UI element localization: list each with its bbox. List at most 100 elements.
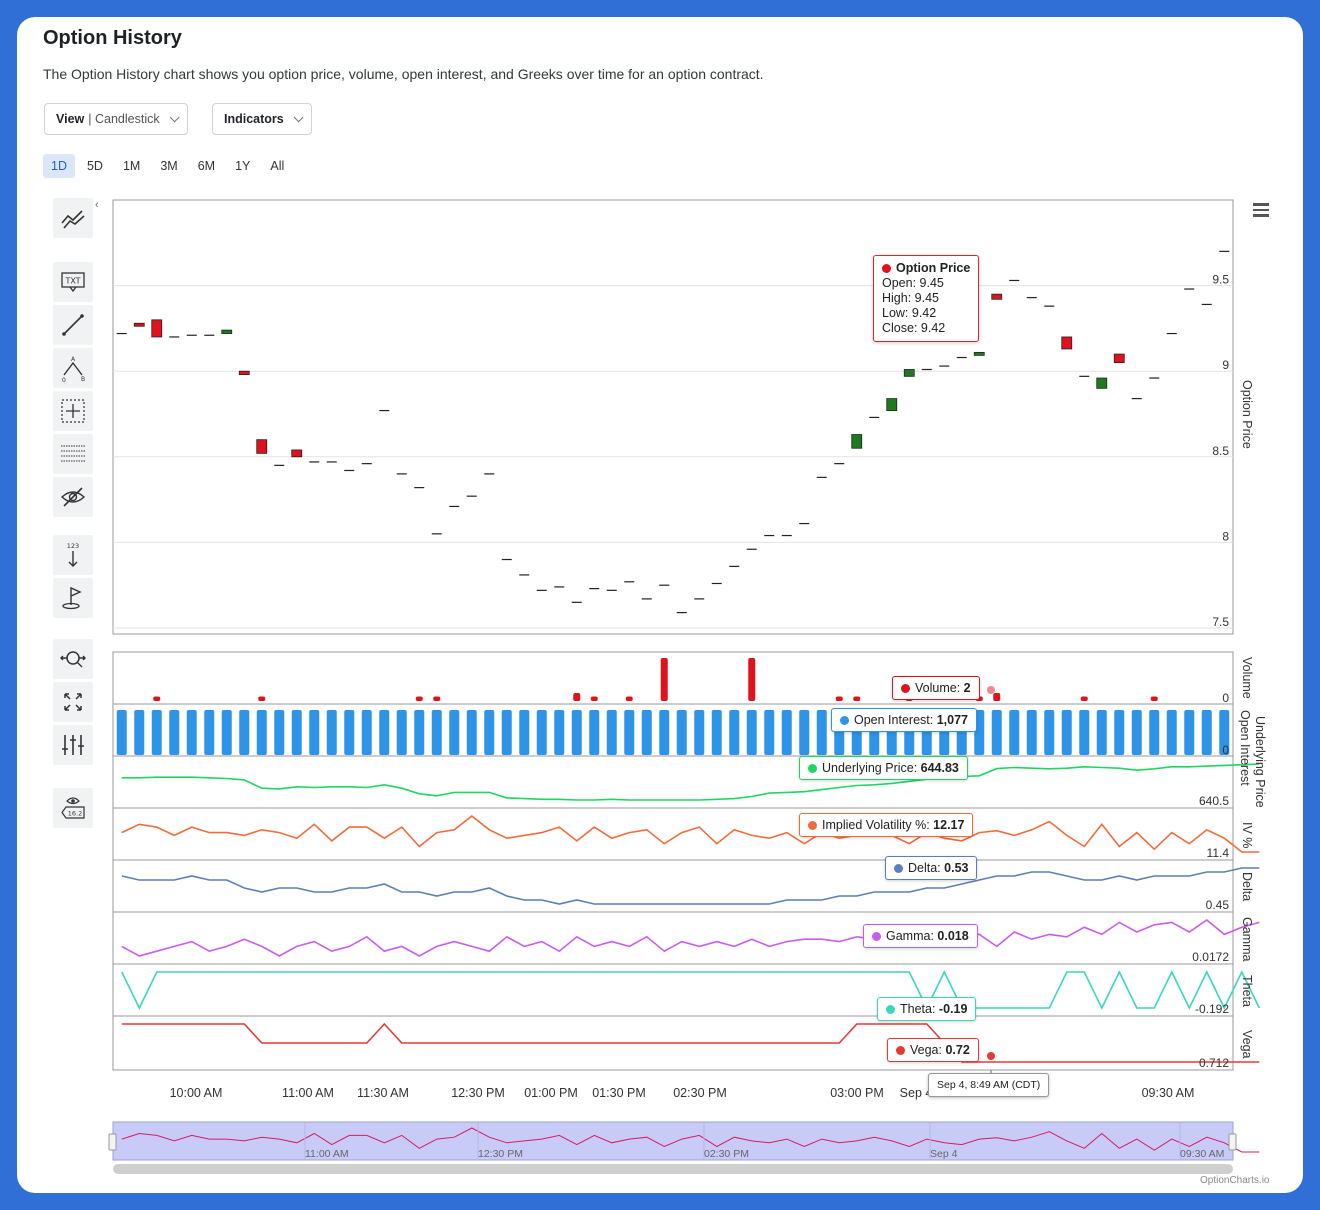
volume-bar bbox=[433, 696, 441, 701]
open-interest-bar bbox=[291, 710, 302, 755]
delta-line bbox=[121, 867, 1260, 905]
x-axis-label: 12:30 PM bbox=[451, 1086, 505, 1100]
underlying-axis-label: Underlying Price bbox=[1253, 716, 1267, 808]
open-interest-tooltip: Open Interest: 1,077 bbox=[831, 708, 977, 732]
delta-tooltip-value: 0.53 bbox=[944, 861, 969, 875]
oi-dot bbox=[840, 716, 849, 725]
option-history-chart[interactable]: 9.5 9 8.5 8 7.5 Option Price 0 0 640.5 11.4 0.45 0.… bbox=[0, 0, 1320, 1210]
iv-tooltip-value: 12.17 bbox=[933, 818, 965, 832]
open-interest-bar bbox=[239, 710, 250, 755]
navigator-label: Sep 4 bbox=[930, 1148, 958, 1160]
price-tick-label: 8 bbox=[1222, 529, 1229, 543]
price-tick-label: 7.5 bbox=[1212, 615, 1229, 629]
gamma-dot bbox=[872, 932, 881, 941]
underlying-tooltip-label: Underlying Price: bbox=[822, 761, 921, 775]
delta-tick-label: 0.45 bbox=[1206, 898, 1230, 912]
open-interest-bar bbox=[204, 710, 215, 755]
open-interest-bar bbox=[746, 710, 757, 755]
open-interest-bar bbox=[116, 710, 127, 755]
gamma-line bbox=[121, 918, 1260, 957]
navigator-scrollbar bbox=[113, 1164, 1233, 1174]
navigator-window bbox=[112, 1121, 1234, 1161]
x-axis-label: 11:00 AM bbox=[282, 1086, 334, 1100]
tooltip-low: Low: 9.42 bbox=[882, 306, 937, 320]
price-axis-label: Option Price bbox=[1240, 380, 1254, 449]
x-axis-label: 01:00 PM bbox=[524, 1086, 578, 1100]
open-interest-bar bbox=[536, 710, 547, 755]
candle bbox=[291, 449, 303, 458]
volume-panel bbox=[112, 651, 1234, 705]
open-interest-bar bbox=[519, 710, 530, 755]
tooltip-open: Open: 9.45 bbox=[882, 276, 944, 290]
vega-axis-label: Vega bbox=[1240, 1030, 1254, 1059]
open-interest-bar bbox=[274, 710, 285, 755]
candle bbox=[256, 439, 268, 454]
delta-tooltip: Delta: 0.53 bbox=[885, 856, 978, 880]
volume-tooltip: Volume: 2 bbox=[892, 676, 980, 700]
open-interest-bar bbox=[431, 710, 442, 755]
open_interest-axis-label: Open Interest bbox=[1238, 710, 1252, 786]
tooltip-high: High: 9.45 bbox=[882, 291, 939, 305]
open-interest-bar bbox=[711, 710, 722, 755]
open-interest-bar bbox=[729, 710, 740, 755]
open-interest-bar bbox=[396, 710, 407, 755]
oi-tooltip-label: Open Interest: bbox=[854, 713, 937, 727]
navigator-handle-right bbox=[1228, 1133, 1237, 1151]
candle bbox=[1113, 353, 1125, 364]
iv-tooltip: Implied Volatility %: 12.17 bbox=[799, 813, 974, 837]
open-interest-bar bbox=[589, 710, 600, 755]
iv-axis-label: IV % bbox=[1240, 822, 1254, 848]
price-tick-label: 9.5 bbox=[1212, 273, 1229, 287]
option-price-title: Option Price bbox=[896, 261, 971, 275]
hover-marker bbox=[987, 686, 995, 694]
open-interest-bar bbox=[1079, 710, 1090, 755]
navigator-label: 02:30 PM bbox=[704, 1148, 749, 1160]
open-interest-bar bbox=[169, 710, 180, 755]
price-tick-label: 8.5 bbox=[1212, 444, 1229, 458]
open-interest-bar bbox=[781, 710, 792, 755]
iv-tick-label: 11.4 bbox=[1207, 846, 1230, 860]
open-interest-bar bbox=[554, 710, 565, 755]
open-interest-bar bbox=[1149, 710, 1160, 755]
vega-tooltip-value: 0.72 bbox=[945, 1043, 970, 1057]
hover-marker bbox=[987, 1052, 995, 1060]
open-interest-bar bbox=[676, 710, 687, 755]
candle bbox=[851, 434, 863, 449]
open-interest-bar bbox=[764, 710, 775, 755]
oi-tick-label: 0 bbox=[1222, 743, 1229, 757]
theta-dot bbox=[886, 1005, 895, 1014]
open-interest-bar bbox=[414, 710, 425, 755]
delta-dot bbox=[894, 864, 903, 873]
vega-tooltip-label: Vega: bbox=[910, 1043, 946, 1057]
volume-bar bbox=[590, 696, 598, 701]
gamma-tick-label: 0.0172 bbox=[1192, 950, 1229, 964]
x-axis-label: 09:30 AM bbox=[1142, 1086, 1195, 1100]
candle bbox=[1061, 336, 1073, 350]
open-interest-bar bbox=[571, 710, 582, 755]
iv-line bbox=[121, 814, 1260, 853]
volume-bar bbox=[1080, 696, 1088, 701]
theta-axis-label: Theta bbox=[1240, 975, 1254, 1007]
volume-bar bbox=[993, 693, 1001, 701]
open-interest-bar bbox=[379, 710, 390, 755]
gamma-tooltip-label: Gamma: bbox=[886, 929, 938, 943]
open-interest-bar bbox=[151, 710, 162, 755]
volume-bar bbox=[835, 696, 843, 701]
open-interest-bar bbox=[1009, 710, 1020, 755]
tooltip-close: Close: 9.42 bbox=[882, 321, 946, 335]
volume-axis-label: Volume bbox=[1240, 657, 1254, 699]
candle bbox=[1096, 377, 1108, 389]
open-interest-bar bbox=[1131, 710, 1142, 755]
underlying-tooltip: Underlying Price: 644.83 bbox=[799, 756, 968, 780]
price-panel bbox=[112, 199, 1234, 635]
open-interest-bar bbox=[991, 710, 1002, 755]
volume-bar bbox=[153, 696, 161, 701]
candle bbox=[973, 351, 985, 356]
option-price-tooltip: Option Price Open: 9.45 High: 9.45 Low: … bbox=[873, 255, 980, 342]
open-interest-bar bbox=[1061, 710, 1072, 755]
volume-bar bbox=[853, 696, 861, 701]
open-interest-bar bbox=[1096, 710, 1107, 755]
x-axis-label: 11:30 AM bbox=[357, 1086, 409, 1100]
open-interest-bar bbox=[361, 710, 372, 755]
open-interest-bar bbox=[134, 710, 145, 755]
